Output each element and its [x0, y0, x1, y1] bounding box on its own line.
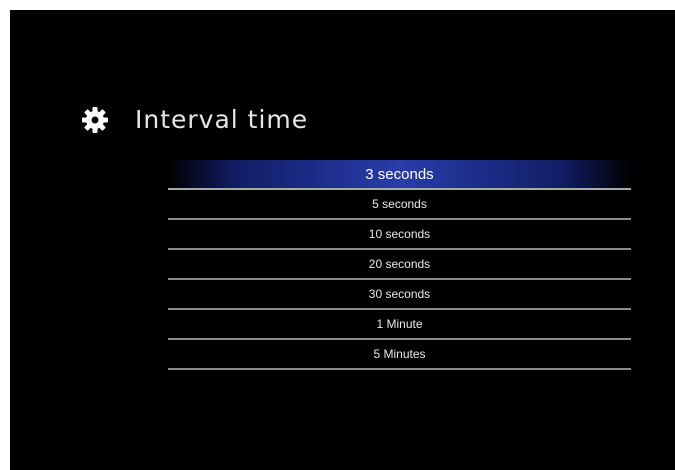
interval-menu: 3 seconds 5 seconds 10 seconds 20 second… — [168, 160, 631, 370]
menu-item-1-minute[interactable]: 1 Minute — [168, 310, 631, 340]
menu-item-3-seconds[interactable]: 3 seconds — [168, 160, 631, 190]
menu-item-label: 1 Minute — [376, 317, 423, 331]
menu-item-5-seconds[interactable]: 5 seconds — [168, 190, 631, 220]
menu-item-10-seconds[interactable]: 10 seconds — [168, 220, 631, 250]
menu-item-label: 5 seconds — [372, 197, 427, 211]
menu-item-label: 30 seconds — [368, 287, 431, 301]
menu-item-label: 3 seconds — [365, 165, 434, 183]
page-title: Interval time — [135, 105, 309, 134]
gear-icon — [80, 105, 110, 135]
tv-screen: Interval time 3 seconds 5 seconds 10 sec… — [10, 10, 675, 470]
menu-item-20-seconds[interactable]: 20 seconds — [168, 250, 631, 280]
menu-item-label: 20 seconds — [368, 257, 431, 271]
menu-item-5-minutes[interactable]: 5 Minutes — [168, 340, 631, 370]
page-header: Interval time — [80, 100, 308, 140]
menu-item-label: 5 Minutes — [373, 347, 426, 361]
menu-item-label: 10 seconds — [368, 227, 431, 241]
menu-item-30-seconds[interactable]: 30 seconds — [168, 280, 631, 310]
